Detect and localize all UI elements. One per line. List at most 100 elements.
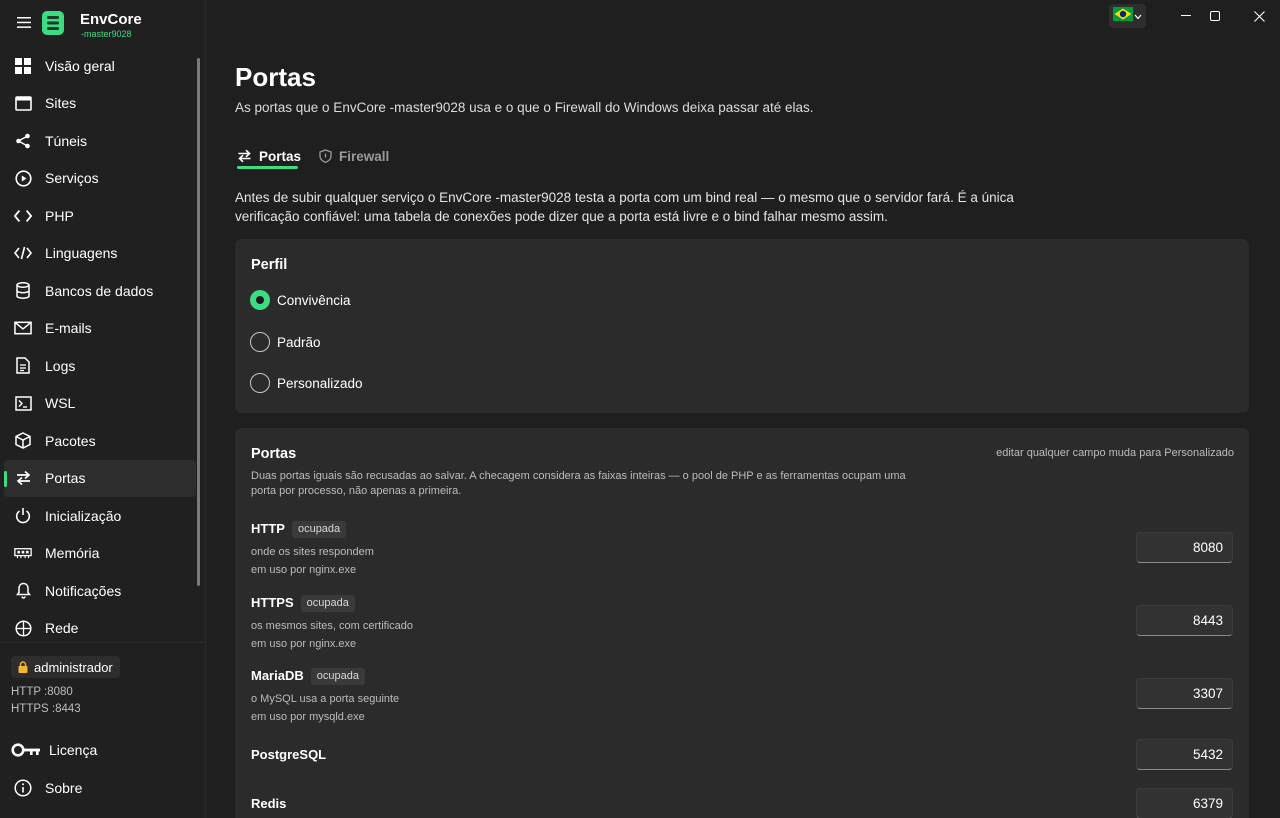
sidebar-item-e-mails[interactable]: E-mails	[4, 310, 196, 348]
port-name: HTTP	[251, 521, 285, 536]
app-subtitle: -master9028	[81, 29, 132, 39]
brazil-flag-icon	[1113, 6, 1133, 26]
key-icon	[11, 743, 41, 757]
port-description: os mesmos sites, com certificado	[251, 620, 413, 632]
sidebar-scrollbar[interactable]	[197, 58, 200, 586]
bell-icon	[14, 582, 32, 600]
sidebar: EnvCore -master9028 Visão geral Sites Tú…	[0, 0, 204, 818]
sidebar-item-label: E-mails	[45, 320, 92, 337]
sidebar-item-label: Serviços	[45, 170, 99, 187]
license-button[interactable]: Licença	[4, 732, 196, 768]
port-row-http: HTTP ocupada onde os sites respondem em u…	[251, 520, 1233, 580]
tab-portas[interactable]: Portas	[237, 145, 301, 167]
sidebar-item-label: Inicialização	[45, 507, 122, 524]
ports-card: Portas editar qualquer campo muda para P…	[235, 428, 1249, 818]
radio-conveniencia[interactable]: Conviνência	[250, 290, 351, 310]
envcore-logo-icon	[42, 11, 64, 35]
active-tab-indicator	[237, 166, 298, 169]
port-description: onde os sites respondem	[251, 546, 374, 558]
hamburger-menu-icon[interactable]	[14, 12, 34, 32]
port-description: o MySQL usa a porta seguinte	[251, 693, 400, 705]
https-status: HTTPS :8443	[11, 703, 81, 715]
sidebar-item-label: PHP	[45, 207, 74, 224]
sidebar-item-php[interactable]: PHP	[4, 197, 196, 235]
http-status: HTTP :8080	[11, 686, 73, 698]
sidebar-item-label: WSL	[45, 395, 76, 412]
port-row-redis: Redis	[251, 788, 1233, 818]
sidebar-item-label: Portas	[45, 470, 86, 487]
sidebar-item-portas[interactable]: Portas	[4, 459, 196, 497]
radio-label: Padrão	[277, 334, 321, 350]
intro-text: Antes de subir qualquer serviço o EnvCor…	[235, 190, 1014, 224]
sidebar-item-wsl[interactable]: WSL	[4, 385, 196, 423]
https-port-input[interactable]	[1136, 605, 1233, 636]
about-button[interactable]: Sobre	[4, 770, 196, 806]
grid-icon	[14, 57, 32, 75]
sidebar-item-label: Bancos de dados	[45, 282, 154, 299]
main-content: Portas As portas que o EnvCore -master90…	[205, 0, 1280, 818]
play-circle-icon	[14, 169, 32, 187]
sidebar-item-pacotes[interactable]: Pacotes	[4, 422, 196, 460]
sidebar-item-memoria[interactable]: Memória	[4, 535, 196, 573]
swap-arrows-icon	[14, 469, 32, 487]
page-subtitle: As portas que o EnvCore -master9028 usa …	[235, 100, 814, 115]
sidebar-item-label: Visão geral	[45, 57, 115, 74]
sidebar-item-label: Notificações	[45, 582, 122, 599]
sidebar-item-sites[interactable]: Sites	[4, 85, 196, 123]
mail-icon	[14, 319, 32, 337]
tab-label: Portas	[259, 148, 302, 164]
user-role-badge: administrador	[11, 656, 120, 678]
profile-card: Perfil Conviνência Padrão Personalizado	[235, 239, 1249, 413]
power-icon	[14, 507, 32, 525]
about-label: Sobre	[45, 780, 83, 796]
tab-label: Firewall	[339, 148, 390, 164]
port-name: HTTPS	[251, 595, 294, 610]
sidebar-item-label: Túneis	[45, 132, 88, 149]
port-name: MariaDB	[251, 668, 304, 683]
shield-icon	[319, 149, 332, 163]
ports-note: editar qualquer campo muda para Personal…	[996, 447, 1234, 459]
port-usage: em uso por nginx.exe	[251, 564, 357, 576]
code-slash-icon	[14, 244, 32, 262]
port-usage: em uso por mysqld.exe	[251, 711, 365, 723]
mariadb-port-input[interactable]	[1136, 678, 1233, 709]
sidebar-nav: Visão geral Sites Túneis Serviços PHP Li…	[4, 47, 196, 647]
sidebar-item-tuneis[interactable]: Túneis	[4, 122, 196, 160]
info-icon	[14, 779, 36, 797]
memory-icon	[14, 544, 32, 562]
sidebar-item-notificacoes[interactable]: Notificações	[4, 572, 196, 610]
redis-port-input[interactable]	[1136, 788, 1233, 818]
sidebar-item-bancos-de-dados[interactable]: Bancos de dados	[4, 272, 196, 310]
language-selector[interactable]	[1109, 4, 1146, 28]
http-port-input[interactable]	[1136, 532, 1233, 563]
sidebar-item-logs[interactable]: Logs	[4, 347, 196, 385]
port-name: Redis	[251, 796, 287, 811]
radio-indicator	[250, 373, 270, 393]
tab-firewall[interactable]: Firewall	[319, 145, 389, 167]
database-icon	[14, 282, 32, 300]
sidebar-item-linguagens[interactable]: Linguagens	[4, 235, 196, 273]
ports-title: Portas	[251, 446, 297, 462]
sidebar-item-inicializacao[interactable]: Inicialização	[4, 497, 196, 535]
status-badge: ocupada	[310, 668, 365, 685]
license-label: Licença	[49, 742, 98, 758]
share-icon	[14, 132, 32, 150]
document-icon	[14, 357, 32, 375]
terminal-icon	[14, 394, 32, 412]
close-button[interactable]	[1242, 4, 1276, 28]
postgresql-port-input[interactable]	[1136, 739, 1233, 770]
sidebar-divider	[0, 642, 204, 643]
globe-icon	[14, 619, 32, 637]
sidebar-item-label: Linguagens	[45, 245, 118, 262]
lock-icon	[18, 661, 28, 673]
port-usage: em uso por nginx.exe	[251, 638, 357, 650]
maximize-button[interactable]	[1198, 4, 1232, 28]
app-title: EnvCore	[80, 11, 142, 28]
sidebar-item-visao-geral[interactable]: Visão geral	[4, 47, 196, 85]
browser-window-icon	[14, 94, 32, 112]
sidebar-item-servicos[interactable]: Serviços	[4, 160, 196, 198]
sidebar-item-label: Logs	[45, 357, 76, 374]
radio-padrao[interactable]: Padrão	[250, 332, 321, 352]
radio-personalizado[interactable]: Personalizado	[250, 373, 363, 393]
port-name: PostgreSQL	[251, 747, 327, 762]
